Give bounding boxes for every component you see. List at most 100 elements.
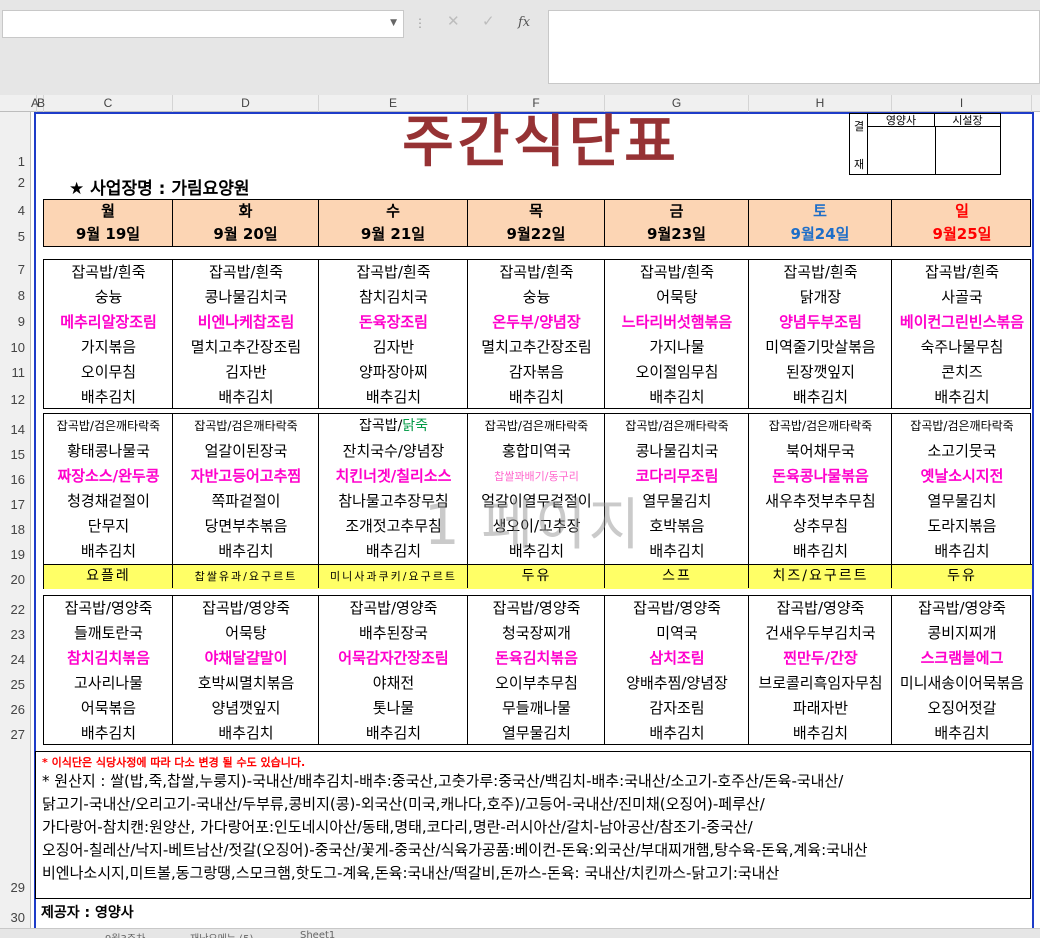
menu-item[interactable]: 당면부추볶음 <box>173 514 319 539</box>
row-header-15[interactable]: 15 <box>0 447 31 462</box>
check-icon[interactable]: ✓ <box>482 12 495 30</box>
menu-item[interactable]: 오이무침 <box>44 360 173 385</box>
column-header-d[interactable]: D <box>173 95 319 112</box>
menu-item[interactable]: 김자반 <box>173 360 319 385</box>
menu-item[interactable]: 어묵감자간장조림 <box>319 646 468 671</box>
snack-item[interactable]: 두유 <box>468 564 605 589</box>
insert-function-button[interactable]: fx <box>518 15 530 30</box>
menu-item[interactable]: 온두부/양념장 <box>468 310 605 335</box>
day-header-cell[interactable]: 금 9월23일 <box>605 200 749 246</box>
menu-item[interactable]: 배추김치 <box>44 385 173 410</box>
column-header-b[interactable]: B <box>37 95 45 112</box>
chevron-down-icon[interactable]: ▼ <box>390 18 397 28</box>
row-header-18[interactable]: 18 <box>0 522 31 537</box>
menu-item[interactable]: 배추김치 <box>892 721 1032 746</box>
menu-item[interactable]: 배추김치 <box>892 385 1032 410</box>
menu-item[interactable]: 배추김치 <box>892 539 1032 564</box>
menu-item[interactable]: 찐만두/간장 <box>749 646 892 671</box>
menu-item[interactable]: 열무물김치 <box>892 489 1032 514</box>
menu-item[interactable]: 옛날소시지전 <box>892 464 1032 489</box>
menu-item[interactable]: 잡곡밥/흰죽 <box>749 260 892 285</box>
menu-item[interactable]: 미니새송이어묵볶음 <box>892 671 1032 696</box>
menu-item[interactable]: 잡곡밥/영양죽 <box>468 596 605 621</box>
menu-item[interactable]: 청국장찌개 <box>468 621 605 646</box>
snack-item[interactable]: 스프 <box>605 564 749 589</box>
menu-item[interactable]: 북어채무국 <box>749 439 892 464</box>
menu-item[interactable]: 배추김치 <box>319 721 468 746</box>
menu-item[interactable]: 배추김치 <box>605 385 749 410</box>
row-header-29[interactable]: 29 <box>0 880 31 895</box>
menu-item[interactable]: 황태콩나물국 <box>44 439 173 464</box>
cancel-icon[interactable]: ✕ <box>447 12 460 30</box>
menu-item[interactable]: 잡곡밥/흰죽 <box>319 260 468 285</box>
menu-item[interactable]: 콘치즈 <box>892 360 1032 385</box>
snack-item[interactable]: 요플레 <box>44 564 173 589</box>
menu-item[interactable]: 배추김치 <box>605 721 749 746</box>
menu-item[interactable]: 쪽파겉절이 <box>173 489 319 514</box>
menu-item[interactable]: 잡곡밥/검은깨타락죽 <box>749 414 892 439</box>
snack-item[interactable]: 찹쌀유과/요구르트 <box>173 564 319 589</box>
menu-item[interactable]: 새우추젓부추무침 <box>749 489 892 514</box>
day-header-cell[interactable]: 일 9월25일 <box>892 200 1032 246</box>
menu-item[interactable]: 가지볶음 <box>44 335 173 360</box>
menu-item[interactable]: 잡곡밥/흰죽 <box>892 260 1032 285</box>
menu-item[interactable]: 사골국 <box>892 285 1032 310</box>
menu-item[interactable]: 닭개장 <box>749 285 892 310</box>
row-header-5[interactable]: 5 <box>0 229 31 244</box>
menu-item[interactable]: 배추된장국 <box>319 621 468 646</box>
menu-item[interactable]: 양념깻잎지 <box>173 696 319 721</box>
menu-item[interactable]: 스크램블에그 <box>892 646 1032 671</box>
menu-item[interactable]: 자반고등어고추찜 <box>173 464 319 489</box>
menu-item[interactable]: 숙주나물무침 <box>892 335 1032 360</box>
menu-item[interactable]: 돈육콩나물볶음 <box>749 464 892 489</box>
menu-item[interactable]: 감자조림 <box>605 696 749 721</box>
menu-item[interactable]: 숭늉 <box>44 285 173 310</box>
menu-item[interactable]: 야채달걀말이 <box>173 646 319 671</box>
menu-item[interactable]: 배추김치 <box>173 385 319 410</box>
menu-item[interactable]: 잡곡밥/흰죽 <box>605 260 749 285</box>
menu-item[interactable]: 얼갈이된장국 <box>173 439 319 464</box>
menu-item[interactable]: 돈육김치볶음 <box>468 646 605 671</box>
day-header-cell[interactable]: 월 9월 19일 <box>44 200 173 246</box>
menu-item[interactable]: 열무물김치 <box>468 721 605 746</box>
menu-item[interactable]: 메추리알장조림 <box>44 310 173 335</box>
row-header-16[interactable]: 16 <box>0 472 31 487</box>
menu-item[interactable]: 오이부추무침 <box>468 671 605 696</box>
menu-item[interactable]: 잡곡밥/닭죽 <box>319 414 468 439</box>
menu-item[interactable]: 잡곡밥/영양죽 <box>44 596 173 621</box>
menu-item[interactable]: 잡곡밥/영양죽 <box>319 596 468 621</box>
menu-item[interactable]: 콩나물김치국 <box>605 439 749 464</box>
menu-item[interactable]: 소고기뭇국 <box>892 439 1032 464</box>
menu-item[interactable]: 잡곡밥/영양죽 <box>892 596 1032 621</box>
worksheet[interactable]: 주간식단표 결 재 영양사 시설장 ★ 사업장명 : 가림요양원 월 9월 19일… <box>31 112 1040 938</box>
day-header-cell[interactable]: 화 9월 20일 <box>173 200 319 246</box>
menu-item[interactable]: 미역줄기맛살볶음 <box>749 335 892 360</box>
name-box[interactable]: ▼ <box>2 10 404 38</box>
menu-item[interactable]: 무들깨나물 <box>468 696 605 721</box>
row-header-27[interactable]: 27 <box>0 727 31 742</box>
menu-item[interactable]: 잡곡밥/검은깨타락죽 <box>468 414 605 439</box>
column-header-c[interactable]: C <box>44 95 173 112</box>
menu-item[interactable]: 어묵탕 <box>605 285 749 310</box>
snack-item[interactable]: 치즈/요구르트 <box>749 564 892 589</box>
menu-item[interactable]: 오이절임무침 <box>605 360 749 385</box>
row-header-20[interactable]: 20 <box>0 572 31 587</box>
menu-item[interactable]: 잡곡밥/검은깨타락죽 <box>44 414 173 439</box>
menu-item[interactable]: 멸치고추간장조림 <box>173 335 319 360</box>
menu-item[interactable]: 잡곡밥/검은깨타락죽 <box>605 414 749 439</box>
row-header-9[interactable]: 9 <box>0 314 31 329</box>
row-header-10[interactable]: 10 <box>0 340 31 355</box>
menu-item[interactable]: 잡곡밥/흰죽 <box>173 260 319 285</box>
menu-item[interactable]: 베이컨그린빈스볶음 <box>892 310 1032 335</box>
row-header-17[interactable]: 17 <box>0 497 31 512</box>
column-header-h[interactable]: H <box>749 95 892 112</box>
sheet-tab[interactable]: Sheet1 <box>300 930 335 938</box>
menu-item[interactable]: 배추김치 <box>749 539 892 564</box>
menu-item[interactable]: 감자볶음 <box>468 360 605 385</box>
row-header-8[interactable]: 8 <box>0 288 31 303</box>
menu-item[interactable]: 배추김치 <box>319 385 468 410</box>
menu-item[interactable]: 어묵볶음 <box>44 696 173 721</box>
menu-item[interactable]: 호박씨멸치볶음 <box>173 671 319 696</box>
menu-item[interactable]: 야채전 <box>319 671 468 696</box>
row-header-1[interactable]: 1 <box>0 154 31 169</box>
